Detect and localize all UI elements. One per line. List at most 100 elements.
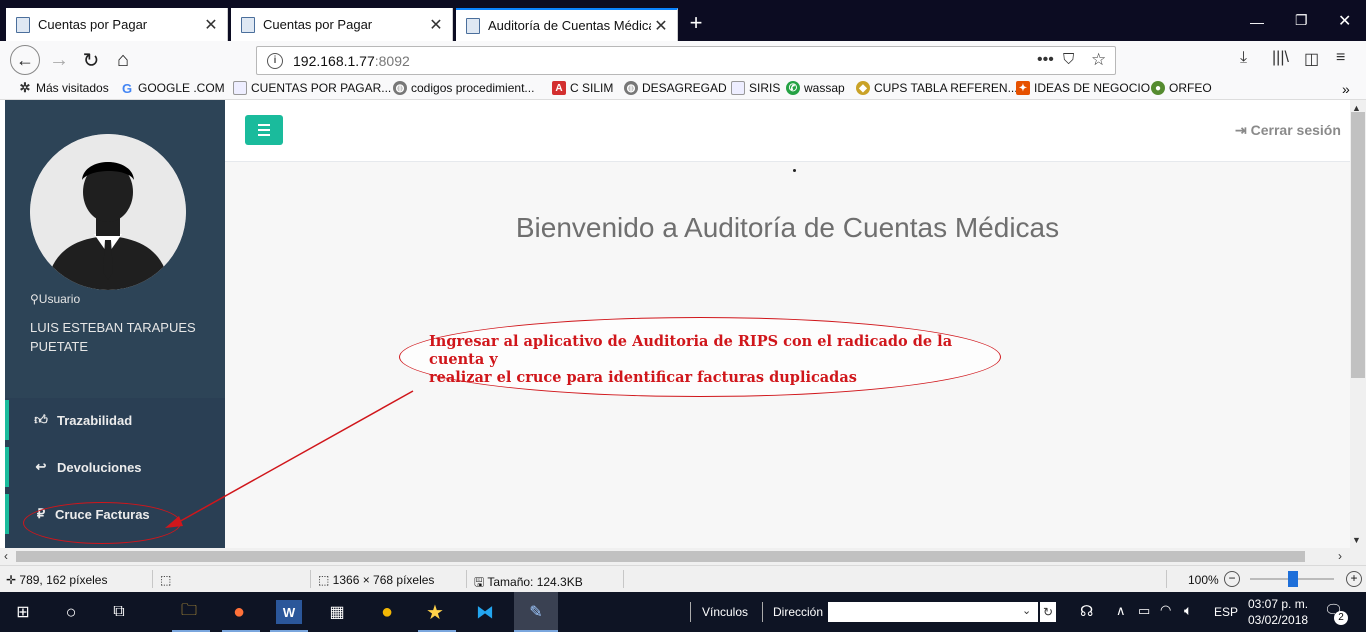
chevron-down-icon[interactable]: ⌄ xyxy=(1022,604,1031,617)
close-tab-icon[interactable]: ✕ xyxy=(651,16,671,36)
star-app-icon[interactable]: ★ xyxy=(422,600,448,624)
close-tab-icon[interactable]: ✕ xyxy=(426,15,446,35)
zoom-out-icon[interactable]: − xyxy=(1224,571,1240,587)
task-view-icon[interactable]: ⧉ xyxy=(106,600,132,624)
info-icon[interactable]: i xyxy=(267,52,283,69)
download-icon[interactable]: ⤓ xyxy=(1240,49,1247,67)
more-bookmarks-icon[interactable]: » xyxy=(1342,81,1350,97)
browser-tab-3[interactable]: Auditoría de Cuentas Médicas | ✕ xyxy=(456,8,678,41)
address-input[interactable] xyxy=(828,602,1038,622)
crosshair-icon: ✛ xyxy=(6,573,20,587)
new-tab-icon[interactable]: + xyxy=(686,10,706,36)
url-host: 192.168.1.77 xyxy=(293,52,375,69)
restore-icon[interactable]: ❐ xyxy=(1295,12,1308,29)
zoom-in-icon[interactable]: + xyxy=(1346,571,1362,587)
home-icon[interactable]: ⌂ xyxy=(108,45,138,75)
bookmarks-bar: ✲ Más visitados G GOOGLE .COM CUENTAS POR … xyxy=(0,78,1366,100)
disk-icon: 🖫 xyxy=(474,575,488,589)
vertical-scroll-thumb[interactable] xyxy=(1351,112,1365,378)
menu-icon[interactable]: ≡ xyxy=(1336,49,1345,67)
people-icon[interactable]: ☊ xyxy=(1080,602,1093,620)
globe-icon: ◍ xyxy=(624,81,638,95)
bookmark-label: IDEAS DE NEGOCIO xyxy=(1034,81,1151,95)
horizontal-scroll-thumb[interactable] xyxy=(16,551,1305,562)
bookmark-label: CUENTAS POR PAGAR... xyxy=(251,81,392,95)
search-circle-icon[interactable]: ○ xyxy=(58,600,84,624)
speaker-icon[interactable]: 🔈︎ xyxy=(1184,602,1192,619)
tab-strip: Cuentas por Pagar ✕ Cuentas por Pagar ✕ … xyxy=(0,0,1366,41)
status-bar: ✛ 789, 162 píxeles ⬚ ⬚ 1366 × 768 píxele… xyxy=(0,565,1366,592)
bookmark-wassap[interactable]: ✆ wassap xyxy=(786,81,845,95)
chevron-up-icon[interactable]: ∧ xyxy=(1116,603,1126,619)
bookmark-label: CUPS TABLA REFEREN... xyxy=(874,81,1018,95)
close-tab-icon[interactable]: ✕ xyxy=(201,15,221,35)
notification-badge: 2 xyxy=(1334,611,1348,625)
gear-icon: ✲ xyxy=(19,80,31,95)
browser-tab-1[interactable]: Cuentas por Pagar ✕ xyxy=(6,8,228,41)
paint-icon[interactable]: ✎ xyxy=(514,592,558,632)
selection-icon: ⬚ xyxy=(160,573,172,587)
more-actions-icon[interactable]: ••• xyxy=(1037,51,1054,69)
bookmark-codigos[interactable]: ◍ codigos procedimient... xyxy=(393,81,534,95)
bookmark-mas-visitados[interactable]: ✲ Más visitados xyxy=(18,80,109,95)
page-icon xyxy=(731,81,745,95)
dimensions-icon: ⬚ xyxy=(318,573,333,587)
globe-icon: ◍ xyxy=(393,81,407,95)
reload-icon[interactable]: ↻ xyxy=(76,45,106,75)
bookmark-siris[interactable]: SIRIS xyxy=(731,81,780,95)
bookmark-label: ORFEO xyxy=(1169,81,1212,95)
library-icon[interactable]: |||\ xyxy=(1272,49,1289,67)
file-explorer-icon[interactable]: 🗀 xyxy=(176,600,202,624)
clock[interactable]: 03:07 p. m. 03/02/2018 xyxy=(1248,596,1308,628)
language-indicator[interactable]: ESP xyxy=(1214,605,1238,619)
calculator-icon[interactable]: ▦ xyxy=(324,600,350,624)
vscode-icon[interactable]: ⧓ xyxy=(472,600,498,624)
clock-date: 03/02/2018 xyxy=(1248,613,1309,627)
image-dimensions: ⬚ 1366 × 768 píxeles xyxy=(318,573,434,587)
bookmark-google[interactable]: G GOOGLE .COM xyxy=(120,81,225,96)
bookmark-cups[interactable]: ◆ CUPS TABLA REFEREN... xyxy=(856,81,1018,95)
scroll-right-icon[interactable]: › xyxy=(1338,549,1342,563)
page-icon xyxy=(466,17,480,34)
paint-palette-icon[interactable]: ● xyxy=(374,600,400,624)
windows-start-icon[interactable]: ⊞ xyxy=(10,600,36,624)
go-refresh-icon[interactable]: ↻ xyxy=(1040,602,1056,622)
wifi-icon[interactable]: ◠ xyxy=(1160,602,1171,618)
tab-title: Auditoría de Cuentas Médicas | xyxy=(488,18,651,33)
tab-title: Cuentas por Pagar xyxy=(38,17,148,32)
file-size: 🖫 Tamaño: 124.3KB xyxy=(474,573,583,594)
bookmark-label: codigos procedimient... xyxy=(411,81,535,95)
nav-bar: ← → ↻ ⌂ i 192.168.1.77 :8092 ••• ⛉ ☆ ⤓ |… xyxy=(0,41,1366,78)
web-page: ⚲Usuario LUIS ESTEBAN TARAPUES PUETATE 👍… xyxy=(5,100,1350,548)
bookmark-star-icon[interactable]: ☆ xyxy=(1091,50,1106,70)
firefox-icon[interactable]: ● xyxy=(226,600,252,624)
url-bar[interactable]: i 192.168.1.77 :8092 ••• ⛉ ☆ xyxy=(256,46,1116,75)
scroll-left-icon[interactable]: ‹ xyxy=(4,549,8,563)
close-window-icon[interactable]: ✕ xyxy=(1338,11,1351,31)
battery-icon[interactable]: ▭ xyxy=(1138,603,1150,619)
cursor-position: ✛ 789, 162 píxeles xyxy=(6,573,107,587)
whatsapp-icon: ✆ xyxy=(786,81,800,95)
pocket-icon[interactable]: ⛉ xyxy=(1063,51,1074,68)
bookmark-label: wassap xyxy=(804,81,845,95)
minimize-icon[interactable]: — xyxy=(1250,14,1264,30)
taskbar: ⊞ ○ ⧉ 🗀 ● W ▦ ● ★ ⧓ ✎ Vínculos Dirección… xyxy=(0,592,1366,632)
orfeo-icon: ● xyxy=(1151,81,1165,95)
bookmark-ideas[interactable]: ✦ IDEAS DE NEGOCIO xyxy=(1016,81,1150,95)
bookmark-cuentas[interactable]: CUENTAS POR PAGAR... xyxy=(233,81,391,95)
bookmark-label: DESAGREGAD xyxy=(642,81,727,95)
bookmark-orfeo[interactable]: ● ORFEO xyxy=(1151,81,1212,95)
word-icon[interactable]: W xyxy=(276,600,302,624)
bookmark-label: GOOGLE .COM xyxy=(138,81,225,95)
sidebar-toggle-icon[interactable]: ◫ xyxy=(1304,49,1319,69)
a-logo-icon: A xyxy=(552,81,566,95)
bookmark-csilim[interactable]: A C SILIM xyxy=(552,81,613,95)
browser-tab-2[interactable]: Cuentas por Pagar ✕ xyxy=(231,8,453,41)
address-toolbar-label: Dirección xyxy=(773,605,824,619)
back-arrow-icon[interactable]: ← xyxy=(10,45,40,75)
zoom-slider-thumb[interactable] xyxy=(1288,571,1298,587)
links-toolbar-label: Vínculos xyxy=(702,605,749,619)
scroll-down-icon[interactable]: ▼ xyxy=(1352,535,1361,545)
bookmark-desagregad[interactable]: ◍ DESAGREGAD xyxy=(624,81,727,95)
forward-arrow-icon[interactable]: → xyxy=(44,45,74,75)
